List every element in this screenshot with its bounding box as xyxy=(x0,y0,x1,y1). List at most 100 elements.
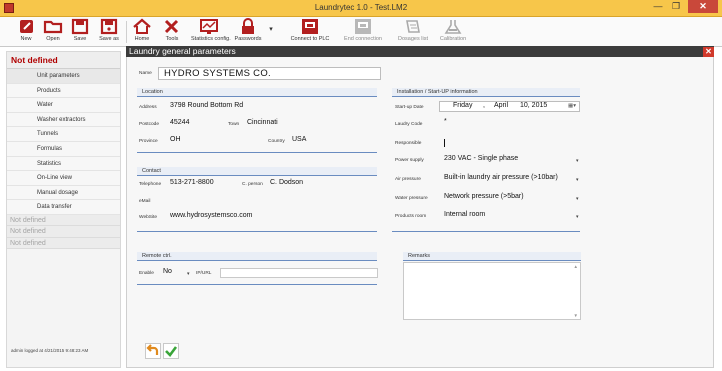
contact-person-field[interactable]: C. Dodson xyxy=(270,179,303,186)
plc-connect-icon xyxy=(299,18,321,35)
end-connection-button[interactable]: End connection xyxy=(342,18,384,46)
sidebar-item-data-transfer[interactable]: Data transfer xyxy=(7,200,120,215)
checkmark-icon xyxy=(165,346,178,357)
sidebar-section-undefined-3[interactable]: Not defined xyxy=(7,237,120,250)
air-pressure-dropdown-icon[interactable]: ▾ xyxy=(576,177,579,183)
scroll-down-icon[interactable]: ▼ xyxy=(574,313,578,318)
remote-ctrl-group-header: Remote ctrl. xyxy=(137,252,377,261)
sidebar-item-washer-extractors[interactable]: Washer extractors xyxy=(7,113,120,128)
home-button[interactable]: Home xyxy=(131,18,153,46)
minimize-button[interactable]: — xyxy=(650,0,666,13)
open-button[interactable]: Open xyxy=(40,18,66,46)
panel-close-button[interactable]: ✕ xyxy=(703,47,714,57)
sidebar-section-undefined-1[interactable]: Not defined xyxy=(7,214,120,227)
water-pressure-label: Water pressure xyxy=(395,196,428,201)
tools-button[interactable]: Tools xyxy=(160,18,184,46)
website-label: WebSite xyxy=(139,215,158,220)
province-label: Province xyxy=(139,139,158,144)
address-field[interactable]: 3798 Round Bottom Rd xyxy=(170,102,243,109)
new-label: New xyxy=(20,36,32,42)
telephone-label: Telephone xyxy=(139,182,162,187)
save-button[interactable]: Save xyxy=(69,18,91,46)
installation-group-label: Installation / Start-UP information xyxy=(397,89,478,95)
sidebar-section-undefined-2[interactable]: Not defined xyxy=(7,226,120,238)
lock-icon xyxy=(237,18,259,35)
sidebar-item-statistics[interactable]: Statistics xyxy=(7,157,120,172)
products-room-select[interactable]: Internal room xyxy=(444,211,485,218)
home-label: Home xyxy=(134,36,150,42)
connect-plc-label: Connect to PLC xyxy=(290,36,330,42)
location-divider xyxy=(137,152,377,153)
town-field[interactable]: Cincinnati xyxy=(247,119,278,126)
passwords-dropdown-button[interactable]: ▾ xyxy=(267,18,275,46)
new-icon xyxy=(16,18,38,35)
ip-url-field[interactable] xyxy=(220,268,378,278)
enable-label: Enable xyxy=(139,271,154,276)
confirm-button[interactable] xyxy=(163,343,179,359)
statistics-config-button[interactable]: Statistics config. xyxy=(191,18,231,46)
enable-dropdown-icon[interactable]: ▾ xyxy=(187,271,190,277)
sidebar-item-unit-parameters[interactable]: Unit parameters xyxy=(7,69,120,84)
sidebar-item-online-view[interactable]: On-Line view xyxy=(7,171,120,186)
statistics-config-label: Statistics config. xyxy=(191,36,231,42)
startup-day: Friday xyxy=(453,102,473,109)
startup-date-label: Start-up Date xyxy=(395,105,424,110)
dosages-list-label: Dosages list xyxy=(398,36,428,42)
calendar-icon[interactable]: ▦▾ xyxy=(568,103,576,109)
sidebar-item-tunnels[interactable]: Tunnels xyxy=(7,127,120,142)
products-room-label: Products room xyxy=(395,214,427,219)
startup-month: April xyxy=(494,102,509,109)
text-cursor xyxy=(444,139,445,147)
address-label: Address xyxy=(139,105,157,110)
new-button[interactable]: New xyxy=(16,18,36,46)
country-field[interactable]: USA xyxy=(292,136,306,143)
province-field[interactable]: OH xyxy=(170,136,181,143)
flask-icon xyxy=(442,18,464,35)
end-connection-label: End connection xyxy=(344,36,382,42)
tools-icon xyxy=(161,18,183,35)
save-as-button[interactable]: Save as xyxy=(96,18,122,46)
website-field[interactable]: www.hydrosystemsco.com xyxy=(170,212,252,219)
sidebar-item-water[interactable]: Water xyxy=(7,98,120,113)
startup-date-separator: , xyxy=(483,102,485,109)
close-window-button[interactable]: ✕ xyxy=(688,0,718,13)
undo-button[interactable] xyxy=(145,343,161,359)
location-group-header: Location xyxy=(137,88,377,97)
sidebar-item-products[interactable]: Products xyxy=(7,84,120,99)
tools-label: Tools xyxy=(165,36,179,42)
sidebar-item-formulas[interactable]: Formulas xyxy=(7,142,120,157)
name-value: HYDRO SYSTEMS CO. xyxy=(164,68,271,79)
folder-open-icon xyxy=(42,18,64,35)
plc-disconnect-icon xyxy=(352,18,374,35)
products-room-dropdown-icon[interactable]: ▾ xyxy=(576,214,579,220)
country-label: Country xyxy=(268,139,285,144)
undo-arrow-icon xyxy=(146,344,159,355)
remarks-textarea[interactable]: ▲ ▼ xyxy=(403,262,581,320)
postcode-field[interactable]: 45244 xyxy=(170,119,189,126)
home-icon xyxy=(131,18,153,35)
passwords-button[interactable]: Passwords xyxy=(231,18,265,46)
telephone-field[interactable]: 513-271-8800 xyxy=(170,179,214,186)
calibration-button[interactable]: Calibration xyxy=(437,18,469,46)
power-supply-select[interactable]: 230 VAC - Single phase xyxy=(444,155,518,162)
scroll-up-icon[interactable]: ▲ xyxy=(574,264,578,269)
enable-select[interactable]: No xyxy=(163,268,172,275)
login-status: admin logged at 4/21/2015 9:48:23 AM xyxy=(11,348,89,353)
passwords-dropdown-icon: ▾ xyxy=(269,26,273,33)
water-pressure-select[interactable]: Network pressure (>5bar) xyxy=(444,193,524,200)
maximize-button[interactable]: ❐ xyxy=(668,0,684,13)
toolbar-separator xyxy=(126,21,127,43)
laundry-code-field[interactable]: * xyxy=(444,118,447,125)
remote-ctrl-group-label: Remote ctrl. xyxy=(142,253,172,259)
water-pressure-dropdown-icon[interactable]: ▾ xyxy=(576,196,579,202)
passwords-label: Passwords xyxy=(234,36,262,42)
remote-ctrl-divider xyxy=(137,284,377,285)
dosages-list-button[interactable]: Dosages list xyxy=(394,18,432,46)
air-pressure-select[interactable]: Built-in laundry air pressure (>10bar) xyxy=(444,174,558,181)
connect-plc-button[interactable]: Connect to PLC xyxy=(289,18,331,46)
postcode-label: Postcode xyxy=(139,122,160,127)
sidebar-header[interactable]: Not defined xyxy=(7,52,120,69)
save-as-label: Save as xyxy=(99,36,119,42)
power-supply-dropdown-icon[interactable]: ▾ xyxy=(576,158,579,164)
sidebar-item-manual-dosage[interactable]: Manual dosage xyxy=(7,186,120,201)
